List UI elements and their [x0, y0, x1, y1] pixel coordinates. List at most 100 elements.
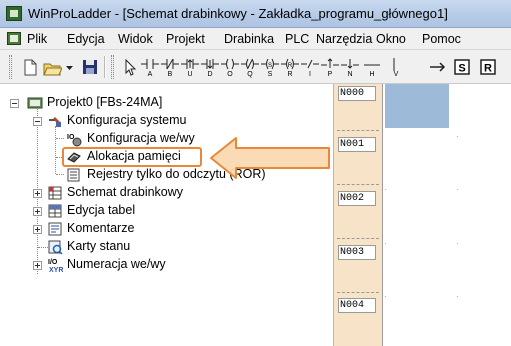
arrow-right-icon[interactable] — [428, 56, 448, 78]
new-file-icon[interactable] — [20, 56, 40, 78]
contact-b-icon[interactable]: B — [160, 56, 180, 78]
menu-pomoc[interactable]: Pomoc — [422, 32, 461, 46]
svg-text:S: S — [268, 63, 272, 69]
menu-widok[interactable]: Widok — [118, 32, 153, 46]
contact-up-icon[interactable]: U — [180, 56, 200, 78]
letter-p: P — [328, 71, 333, 78]
coil-o-icon[interactable]: O — [220, 56, 240, 78]
ror-registers-icon — [66, 167, 82, 183]
toolbar: A B U D O Q SS RR I P N H V S R — [0, 50, 511, 84]
tree-label: Konfiguracja systemu — [67, 113, 187, 127]
contact-down-icon[interactable]: D — [200, 56, 220, 78]
letter-h: H — [369, 71, 374, 78]
table-edit-icon — [47, 203, 63, 219]
tree-item-comments[interactable]: Komentarze — [0, 221, 333, 238]
menu-plc[interactable]: PLC — [285, 32, 309, 46]
network-divider — [337, 130, 379, 131]
svg-text:S: S — [458, 63, 465, 75]
contact-p-icon[interactable]: P — [320, 56, 340, 78]
memory-allocation-icon — [66, 149, 82, 165]
network-label-n001[interactable]: N001 — [338, 137, 376, 152]
network-label-n003[interactable]: N003 — [338, 245, 376, 260]
system-config-icon — [47, 113, 63, 129]
menu-projekt[interactable]: Projekt — [166, 32, 205, 46]
ladder-diagram-icon — [47, 185, 63, 201]
horizontal-line-icon[interactable]: H — [362, 56, 382, 78]
network-label-n000[interactable]: N000 — [338, 86, 376, 101]
menu-okno[interactable]: Okno — [376, 32, 406, 46]
network-divider — [337, 238, 379, 239]
contact-a-icon[interactable]: A — [140, 56, 160, 78]
letter-o: O — [227, 71, 233, 78]
status-cards-icon — [47, 239, 63, 255]
letter-u: U — [187, 71, 192, 78]
letter-i: I — [309, 71, 311, 78]
expand-toggle[interactable] — [33, 225, 42, 234]
tree-item-table-edit[interactable]: Edycja tabel — [0, 203, 333, 220]
grid-dot — [457, 243, 458, 244]
menu-plik[interactable]: Plik — [27, 32, 47, 46]
title-bar: WinProLadder - [Schemat drabinkowy - Zak… — [0, 0, 511, 28]
network-label-n002[interactable]: N002 — [338, 191, 376, 206]
contact-i-icon[interactable]: I — [300, 56, 320, 78]
s-box-icon[interactable]: S — [452, 56, 472, 78]
svg-text:R: R — [288, 63, 293, 69]
select-arrow-icon[interactable] — [120, 56, 140, 78]
grid-dot — [457, 296, 458, 297]
window-title: WinProLadder - [Schemat drabinkowy - Zak… — [28, 6, 448, 21]
menu-drabinka[interactable]: Drabinka — [224, 32, 274, 46]
io-config-icon: IO — [66, 131, 82, 147]
letter-q: Q — [247, 71, 253, 78]
menu-narzedzia[interactable]: Narzędzia — [316, 32, 372, 46]
menu-edycja[interactable]: Edycja — [67, 32, 105, 46]
tree-item-status-cards[interactable]: Karty stanu — [0, 239, 333, 256]
tree-item-system-config[interactable]: Konfiguracja systemu — [0, 113, 333, 130]
letter-v: V — [394, 71, 399, 78]
letter-n: N — [347, 71, 352, 78]
tree-label: Edycja tabel — [67, 203, 136, 217]
app-icon[interactable] — [6, 6, 22, 21]
dropdown-arrow-icon[interactable] — [64, 56, 76, 78]
grid-dot — [385, 189, 386, 190]
comments-icon — [47, 221, 63, 237]
toolbar-grip[interactable] — [9, 55, 12, 79]
grid-dot — [385, 296, 386, 297]
svg-text:XYR: XYR — [49, 267, 63, 273]
open-folder-icon[interactable] — [42, 56, 62, 78]
tree-label: Alokacja pamięci — [87, 149, 181, 163]
svg-text:I/O: I/O — [48, 259, 58, 266]
tree-item-root[interactable]: Projekt0 [FBs-24MA] — [0, 95, 333, 112]
tree-label: Konfiguracja we/wy — [87, 131, 195, 145]
network-label-n004[interactable]: N004 — [338, 298, 376, 313]
network-divider — [337, 292, 379, 293]
letter-s: S — [268, 71, 273, 78]
grid-dot — [385, 243, 386, 244]
menu-bar: Plik Edycja Widok Projekt Drabinka PLC N… — [0, 28, 511, 50]
tree-label: Projekt0 [FBs-24MA] — [47, 95, 163, 109]
expand-toggle[interactable] — [33, 261, 42, 270]
toolbar-separator — [104, 56, 106, 78]
coil-q-icon[interactable]: Q — [240, 56, 260, 78]
tree-label: Komentarze — [67, 221, 135, 235]
tree-label: Karty stanu — [67, 239, 131, 253]
vertical-line-icon[interactable]: V — [384, 56, 404, 78]
callout-arrow — [210, 137, 330, 179]
tree-item-ladder-diagram[interactable]: Schemat drabinkowy — [0, 185, 333, 202]
io-numbering-icon: I/O XYR — [47, 257, 63, 274]
expand-toggle[interactable] — [33, 207, 42, 216]
contact-n-icon[interactable]: N — [340, 56, 360, 78]
tree-item-io-numbering[interactable]: I/O XYR Numeracja we/wy — [0, 257, 333, 274]
expand-toggle[interactable] — [33, 189, 42, 198]
grid-dot — [457, 136, 458, 137]
collapse-toggle[interactable] — [10, 99, 19, 108]
letter-a: A — [148, 71, 153, 78]
document-menu-icon[interactable] — [7, 32, 21, 45]
tree-label: Schemat drabinkowy — [67, 185, 184, 199]
collapse-toggle[interactable] — [33, 117, 42, 126]
toolbar-grip-2[interactable] — [111, 55, 114, 79]
selection-cursor[interactable] — [385, 84, 449, 128]
coil-reset-icon[interactable]: RR — [280, 56, 300, 78]
r-box-icon[interactable]: R — [478, 56, 498, 78]
save-icon[interactable] — [80, 56, 100, 78]
coil-set-icon[interactable]: SS — [260, 56, 280, 78]
